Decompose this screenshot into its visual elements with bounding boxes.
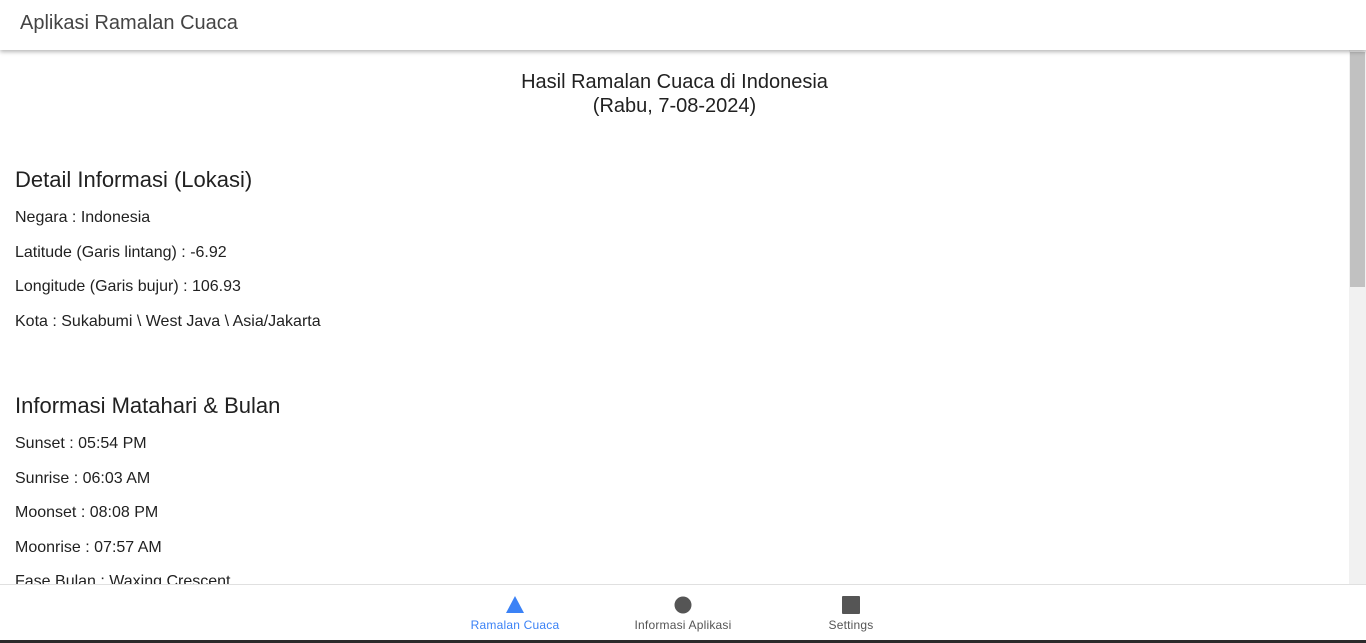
nav-label-ramalan-cuaca: Ramalan Cuaca (470, 618, 560, 632)
country-row: Negara : Indonesia (15, 209, 151, 226)
scrollbar-thumb[interactable] (1350, 52, 1365, 287)
app-title: Aplikasi Ramalan Cuaca (20, 12, 238, 34)
bottom-navigation: Ramalan Cuaca Informasi Aplikasi Setting… (0, 584, 1366, 640)
nav-item-informasi-aplikasi[interactable]: Informasi Aplikasi (608, 585, 758, 640)
city-row: Kota : Sukabumi \ West Java \ Asia/Jakar… (15, 313, 321, 330)
sunset-row: Sunset : 05:54 PM (15, 435, 147, 452)
content-scrollbar[interactable] (1349, 50, 1366, 584)
nav-item-ramalan-cuaca[interactable]: Ramalan Cuaca (440, 585, 590, 640)
moon-phase-row: Fase Bulan : Waxing Crescent (15, 573, 231, 584)
nav-label-settings: Settings (828, 618, 874, 632)
forecast-content: Hasil Ramalan Cuaca di Indonesia (Rabu, … (0, 52, 1349, 584)
location-section-title: Detail Informasi (Lokasi) (15, 167, 253, 192)
app-bar: Aplikasi Ramalan Cuaca (0, 0, 1366, 50)
circle-icon (674, 596, 692, 614)
square-icon (842, 596, 860, 614)
sunrise-row: Sunrise : 06:03 AM (15, 470, 151, 487)
triangle-icon (506, 596, 524, 613)
nav-item-settings[interactable]: Settings (776, 585, 926, 640)
page-heading-title: Hasil Ramalan Cuaca di Indonesia (521, 71, 828, 93)
latitude-row: Latitude (Garis lintang) : -6.92 (15, 244, 227, 261)
astro-section-title: Informasi Matahari & Bulan (15, 393, 281, 418)
longitude-row: Longitude (Garis bujur) : 106.93 (15, 278, 241, 295)
nav-label-informasi-aplikasi: Informasi Aplikasi (634, 618, 732, 632)
page-heading-date: (Rabu, 7-08-2024) (592, 95, 757, 117)
moonrise-row: Moonrise : 07:57 AM (15, 539, 162, 556)
moonset-row: Moonset : 08:08 PM (15, 504, 159, 521)
page-heading: Hasil Ramalan Cuaca di Indonesia (Rabu, … (0, 70, 1349, 118)
